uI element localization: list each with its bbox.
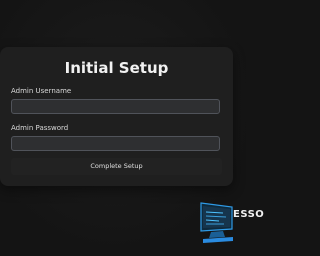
logo-text: ESSO <box>233 209 265 220</box>
setup-card: Initial Setup Admin Username Admin Passw… <box>0 47 233 186</box>
admin-password-label: Admin Password <box>11 124 69 132</box>
page-title: Initial Setup <box>64 59 169 77</box>
setup-page: Initial Setup Admin Username Admin Passw… <box>0 0 264 256</box>
admin-username-label: Admin Username <box>11 87 72 95</box>
monitor-icon <box>200 202 233 243</box>
admin-username-field[interactable] <box>11 99 220 114</box>
admin-password-field[interactable] <box>11 136 220 151</box>
complete-setup-button[interactable]: Complete Setup <box>11 158 222 175</box>
